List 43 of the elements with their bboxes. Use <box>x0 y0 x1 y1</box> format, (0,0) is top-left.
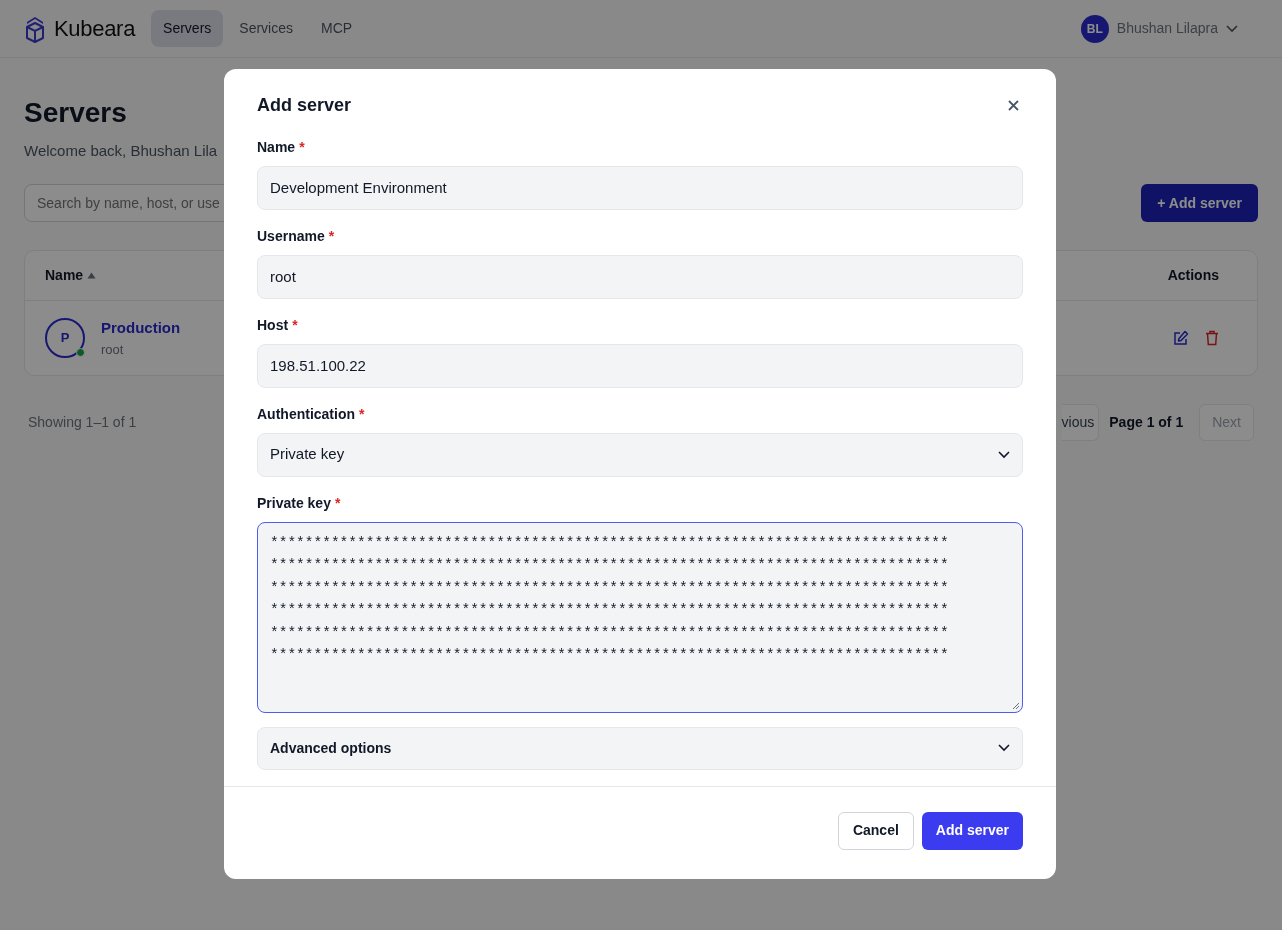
close-icon <box>1008 100 1019 112</box>
field-label: Private key <box>257 493 331 513</box>
user-menu[interactable]: BL Bhushan Lilapra <box>1080 14 1238 43</box>
server-username: root <box>101 340 125 359</box>
user-name: Bhushan Lilapra <box>1116 19 1218 38</box>
chevron-down-icon <box>1226 24 1238 33</box>
text-field[interactable]: 198.51.100.22 <box>257 343 1023 388</box>
field-label: Host <box>257 315 289 335</box>
resize-grip-icon <box>1012 701 1020 710</box>
field-label: Username <box>257 226 325 246</box>
advanced-options-toggle[interactable]: Advanced options <box>257 726 1023 770</box>
brand-name: Kubeara <box>54 15 136 43</box>
field-label: Authentication <box>257 404 355 424</box>
page-title: Servers <box>24 96 127 130</box>
required-mark: * <box>299 137 305 157</box>
server-avatar: P <box>45 318 85 359</box>
text-field[interactable]: root <box>257 254 1023 299</box>
previous-button[interactable]: vious <box>1061 404 1100 442</box>
column-header[interactable]: Actions <box>1167 265 1219 287</box>
welcome-text: Welcome back, Bhushan Lila <box>24 140 218 161</box>
required-mark: * <box>328 226 335 246</box>
cancel-button[interactable]: Cancel <box>837 811 914 850</box>
field-label: Name <box>257 137 296 157</box>
required-mark: * <box>359 404 365 424</box>
server-name-link[interactable]: Production <box>101 317 181 340</box>
add-server-button[interactable]: + Add server <box>1141 184 1258 223</box>
submit-button[interactable]: Add server <box>921 811 1023 850</box>
chevron-down-icon <box>998 450 1010 459</box>
nav-tab[interactable]: Services <box>227 10 305 47</box>
nav-tab[interactable]: MCP <box>309 10 365 47</box>
user-avatar: BL <box>1080 14 1109 43</box>
column-header[interactable]: Name <box>45 265 97 287</box>
text-area[interactable]: ****************************************************************************** ****************************************************************************** ****************************************************************************** ****************************************************************************** ****************************************************************************** ****************************************************************************** <box>257 521 1023 713</box>
text-field[interactable]: Development Environment <box>257 165 1023 210</box>
nav-tab[interactable]: Servers <box>151 10 224 47</box>
dialog-title: Add server <box>257 95 352 117</box>
trash-icon[interactable] <box>1205 330 1219 347</box>
edit-icon[interactable] <box>1173 330 1189 347</box>
select-field[interactable]: Private key <box>257 432 1023 477</box>
required-mark: * <box>334 493 341 513</box>
pagination-summary: Showing 1–1 of 1 <box>28 413 137 433</box>
required-mark: * <box>292 315 298 335</box>
page-indicator: Page 1 of 1 <box>1109 413 1184 433</box>
